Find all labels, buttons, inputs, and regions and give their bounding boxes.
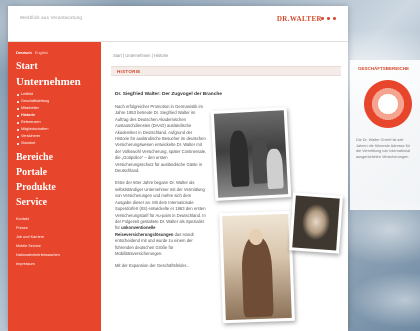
slogan: Weitblick aus Verantwortung xyxy=(20,15,83,20)
footer-link-mobile-service[interactable]: Mobile Service xyxy=(16,242,101,251)
subnav-mitgliedschaften[interactable]: Mitgliedschaften xyxy=(16,126,101,133)
nav-bereiche[interactable]: Bereiche xyxy=(16,152,101,164)
article-body: Nach erfolgreicher Promotion in Germanis… xyxy=(115,104,207,276)
subnav-mitarbeiter[interactable]: Mitarbeiter xyxy=(16,105,101,112)
top-header: Weitblick aus Verantwortung DR.WALTER xyxy=(8,6,348,42)
nav-unternehmen[interactable]: Unternehmen xyxy=(16,76,101,88)
subnav-referenzen[interactable]: Referenzen xyxy=(16,119,101,126)
article-paragraph-2-text: Erste der 50er Jahre begann Dr. Walter a… xyxy=(115,180,206,231)
logo-birds-icon xyxy=(321,17,336,20)
logo[interactable]: DR.WALTER xyxy=(277,15,322,23)
nav-start[interactable]: Start xyxy=(16,61,101,73)
section-header: HISTORIE xyxy=(111,66,341,76)
nav-portale[interactable]: Portale xyxy=(16,167,101,179)
language-switch: Deutsch English xyxy=(16,50,101,55)
footer-link-national[interactable]: Nationalenbetriebssachen xyxy=(16,251,101,260)
historic-photo-headshot xyxy=(289,192,343,254)
article-title: Dr. Siegfried Walter: Der Zugvogel der B… xyxy=(115,92,222,97)
historic-photo-group xyxy=(210,107,292,201)
footer-link-kontakt[interactable]: Kontakt xyxy=(16,215,101,224)
unternehmen-subnav: Leitbild Geschäftsleitung Mitarbeiter Hi… xyxy=(16,91,101,147)
article-paragraph-2-bold: unkonventionelle Reiseversicherungslösun… xyxy=(115,225,174,237)
business-areas-circle-graphic[interactable] xyxy=(364,80,412,128)
footer-link-presse[interactable]: Presse xyxy=(16,224,101,233)
subnav-standort[interactable]: Standort xyxy=(16,140,101,147)
sidebar-footer-links: Kontakt Presse Job und Karriere Mobile S… xyxy=(16,215,101,269)
historic-photo-portrait xyxy=(219,210,295,324)
website-frame: Weitblick aus Verantwortung DR.WALTER De… xyxy=(8,6,348,331)
subnav-leitbild[interactable]: Leitbild xyxy=(16,91,101,98)
section-title: HISTORIE xyxy=(117,68,141,74)
lang-german-link[interactable]: Deutsch xyxy=(16,50,32,55)
subnav-geschaeftsleitung[interactable]: Geschäftsleitung xyxy=(16,98,101,105)
subnav-historie[interactable]: Historie xyxy=(16,112,101,119)
right-panel-text: Die Dr. Walter GmbH ist seit Jahren die … xyxy=(356,138,411,159)
right-panel-title: GESCHÄFTSBEREICHE xyxy=(358,66,410,71)
right-info-panel: GESCHÄFTSBEREICHE Die Dr. Walter GmbH is… xyxy=(350,60,420,210)
nav-service[interactable]: Service xyxy=(16,197,101,209)
lang-english-link[interactable]: English xyxy=(35,50,48,55)
breadcrumb[interactable]: Start | Unternehmen | Historie xyxy=(113,53,168,58)
sidebar-navigation: Deutsch English Start Unternehmen Leitbi… xyxy=(8,42,101,331)
main-content: Start | Unternehmen | Historie HISTORIE … xyxy=(101,42,348,331)
article-paragraph-1: Nach erfolgreicher Promotion in Germanis… xyxy=(115,104,207,174)
article-paragraph-2: Erste der 50er Jahre begann Dr. Walter a… xyxy=(115,180,207,257)
article-paragraph-4: Mit der Expansion der Geschäftsfelder... xyxy=(115,263,190,269)
nav-produkte[interactable]: Produkte xyxy=(16,182,101,194)
footer-link-jobs[interactable]: Job und Karriere xyxy=(16,233,101,242)
subnav-versicherer[interactable]: Versicherer xyxy=(16,133,101,140)
footer-link-impressum[interactable]: Impressum xyxy=(16,260,101,269)
